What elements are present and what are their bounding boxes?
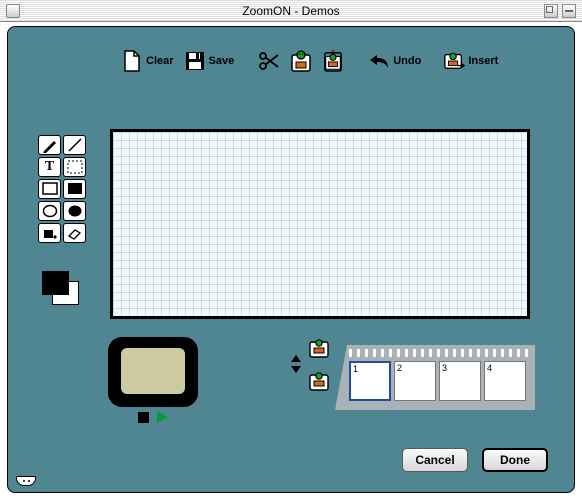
line-tool[interactable] [63,135,86,155]
cancel-button[interactable]: Cancel [402,448,468,472]
frame-2[interactable]: 2 [394,361,436,401]
frame-down-button[interactable] [291,366,301,373]
sprocket-holes [349,349,531,357]
character-paste-icon [322,50,344,72]
dialog-buttons: Cancel Done [402,448,548,472]
text-tool[interactable]: T [38,157,61,177]
undo-label: Undo [393,55,421,67]
eraser-tool[interactable] [63,223,86,243]
character-copy-icon [290,50,312,72]
insert-button[interactable]: Insert [440,48,501,74]
frame-3-label: 3 [442,363,447,373]
scissors-icon [258,50,280,72]
undo-button[interactable]: Undo [365,48,424,74]
preview-screen-inner [119,346,187,396]
marquee-tool[interactable] [63,157,86,177]
rect-outline-tool[interactable] [38,179,61,199]
rect-filled-tool[interactable] [63,179,86,199]
window-collapse-button[interactable] [562,4,576,18]
tool-palette: T [38,135,88,245]
done-label: Done [500,453,530,467]
insert-label: Insert [468,55,498,67]
play-button[interactable] [157,411,168,423]
document-icon [121,50,143,72]
circle-filled-tool[interactable] [63,201,86,221]
bucket-tool[interactable] [38,223,61,243]
window-sysmenu[interactable] [6,4,20,18]
clear-button[interactable]: Clear [118,48,177,74]
circle-outline-tool[interactable] [38,201,61,221]
cut-button[interactable] [255,48,283,74]
save-button[interactable]: Save [181,48,238,74]
frame-1[interactable]: 1 [349,361,391,401]
window-titlebar: ZoomON - Demos [0,0,582,22]
character-insert-icon [443,50,465,72]
frame-3[interactable]: 3 [439,361,481,401]
drawing-canvas[interactable] [110,129,530,319]
pencil-tool[interactable] [38,135,61,155]
window-title: ZoomON - Demos [0,4,582,18]
character-icon-bottom[interactable] [309,370,331,395]
frame-2-label: 2 [397,363,402,373]
frame-4[interactable]: 4 [484,361,526,401]
drag-tab[interactable] [16,476,36,486]
color-swatches[interactable] [42,271,82,309]
editor-panel: Clear Save [7,26,575,493]
clear-label: Clear [146,55,174,67]
preview-screen [108,337,198,407]
floppy-icon [184,50,206,72]
undo-icon [368,50,390,72]
stop-button[interactable] [138,412,149,423]
copy-button[interactable] [287,48,315,74]
window-zoom-button[interactable] [544,4,558,18]
frame-1-label: 1 [353,364,358,374]
filmstrip: 1 2 3 4 [335,345,535,410]
top-toolbar: Clear Save [118,45,544,77]
frame-strip-area: 1 2 3 4 [303,337,538,417]
frame-up-button[interactable] [291,355,301,362]
character-icon-top[interactable] [309,337,331,362]
frame-4-label: 4 [487,363,492,373]
foreground-color-swatch[interactable] [42,271,69,295]
cancel-label: Cancel [415,453,454,467]
save-label: Save [209,55,235,67]
done-button[interactable]: Done [482,448,548,472]
preview-controls [138,411,168,423]
window-body: Clear Save [0,22,582,500]
paste-button[interactable] [319,48,347,74]
